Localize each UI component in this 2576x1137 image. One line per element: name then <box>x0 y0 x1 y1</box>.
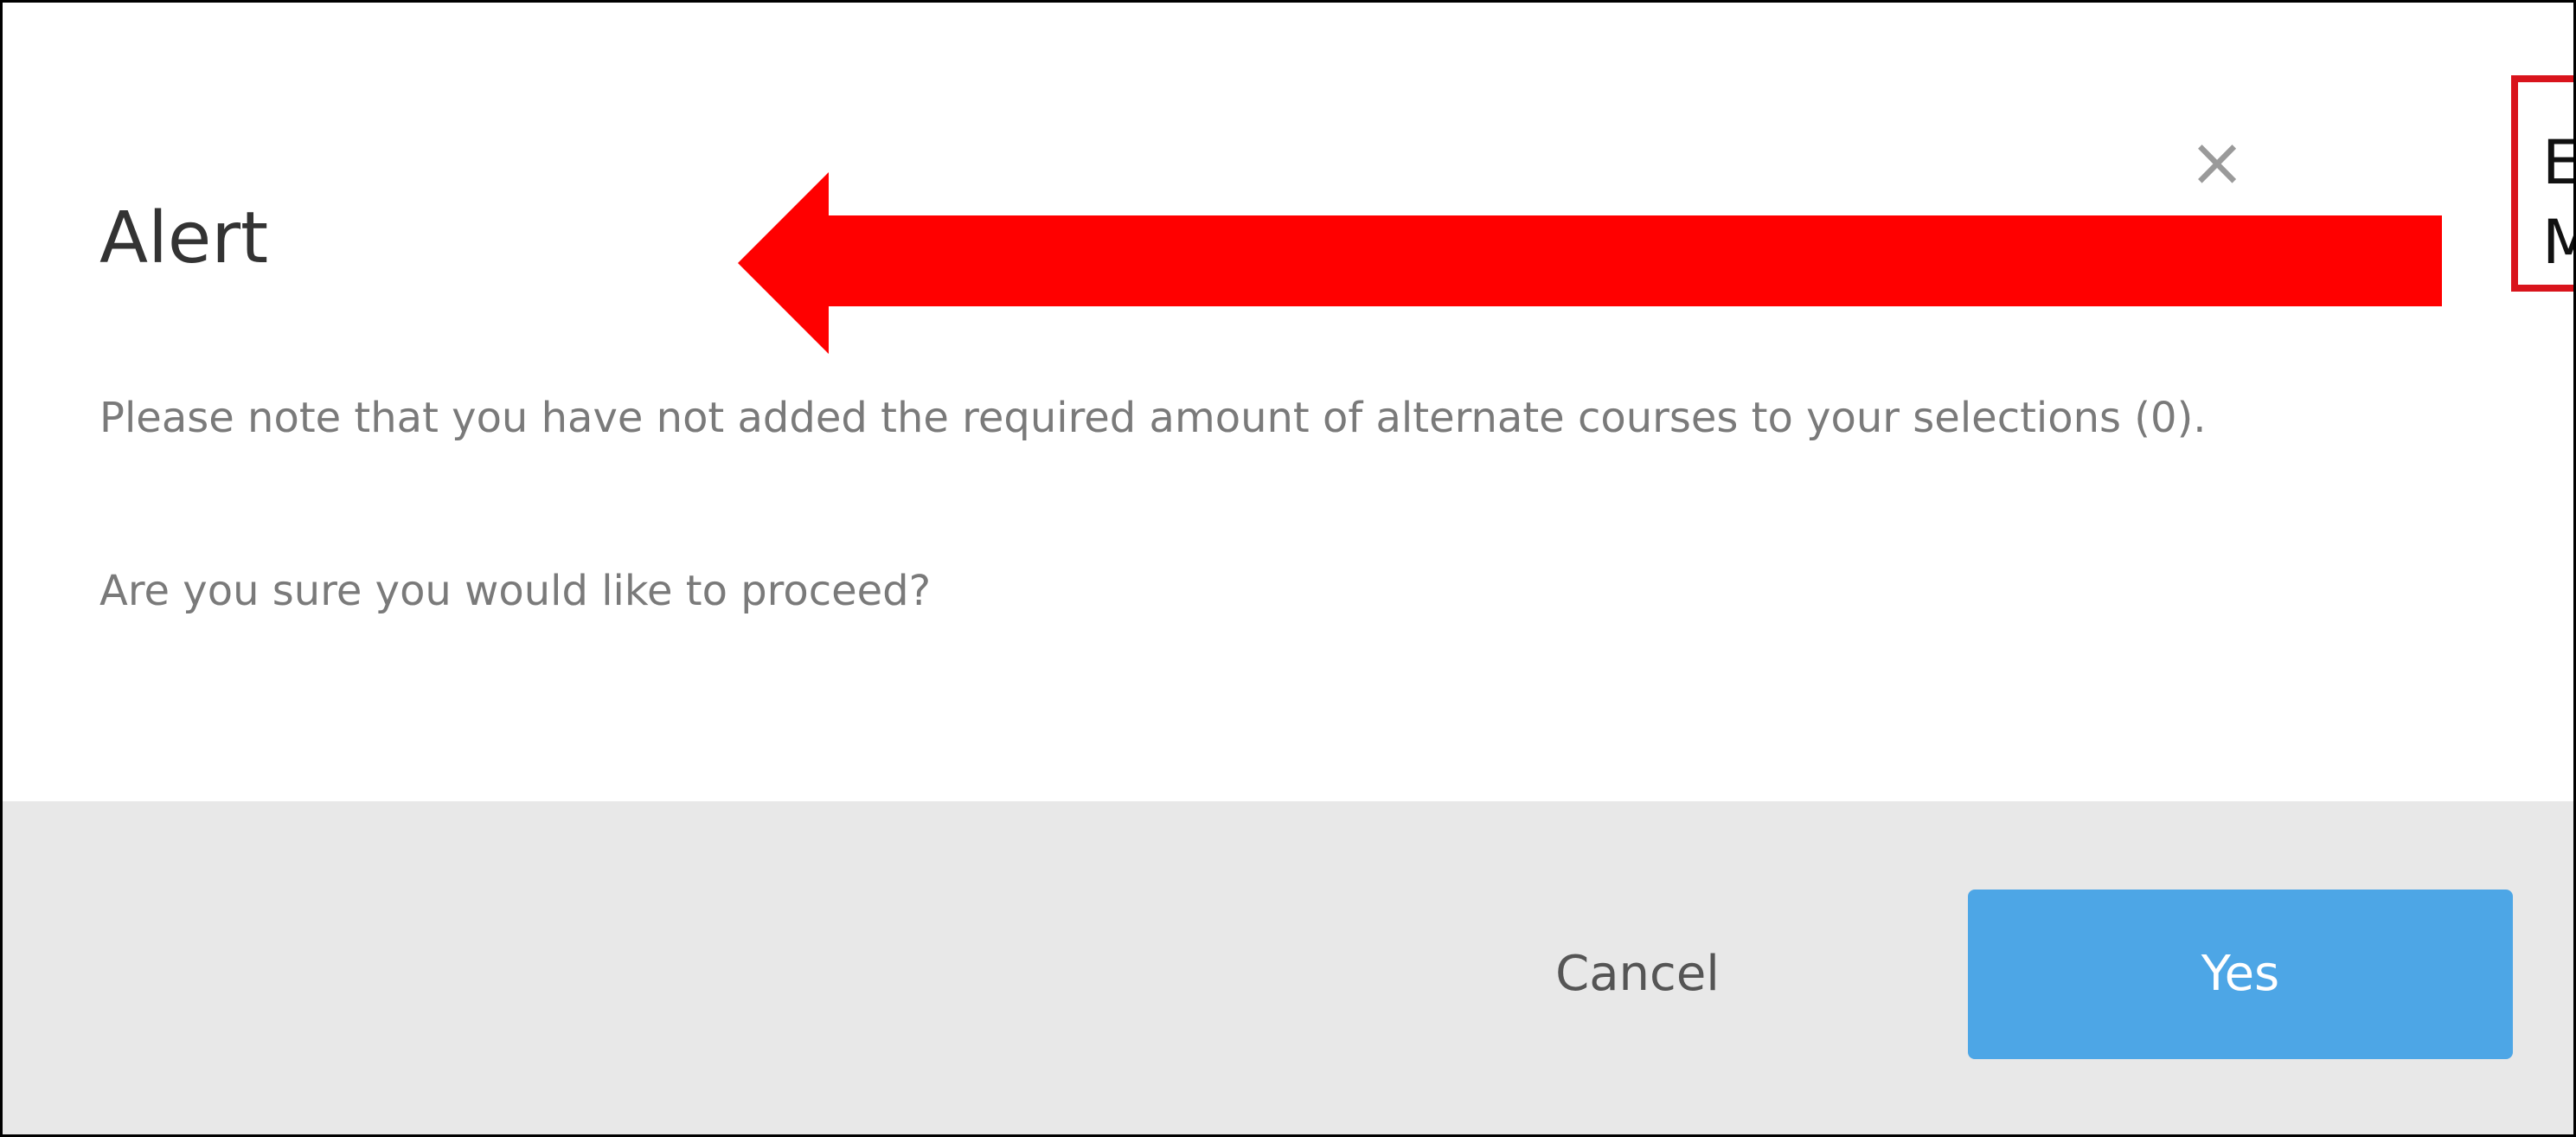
annotation-callout-box: E M <box>2511 75 2573 292</box>
annotation-arrow <box>738 172 2442 354</box>
alert-dialog: Alert × Please note that you have not ad… <box>0 0 2576 1137</box>
annotation-callout-line-1: E <box>2542 132 2573 193</box>
cancel-button[interactable]: Cancel <box>1542 940 1733 1009</box>
annotation-arrow-shape <box>738 172 2442 354</box>
annotation-callout-line-2: M <box>2542 212 2573 273</box>
dialog-message: Please note that you have not added the … <box>99 394 2207 442</box>
yes-button[interactable]: Yes <box>1968 890 2513 1059</box>
dialog-title: Alert <box>99 197 269 279</box>
dialog-question: Are you sure you would like to proceed? <box>99 567 932 615</box>
